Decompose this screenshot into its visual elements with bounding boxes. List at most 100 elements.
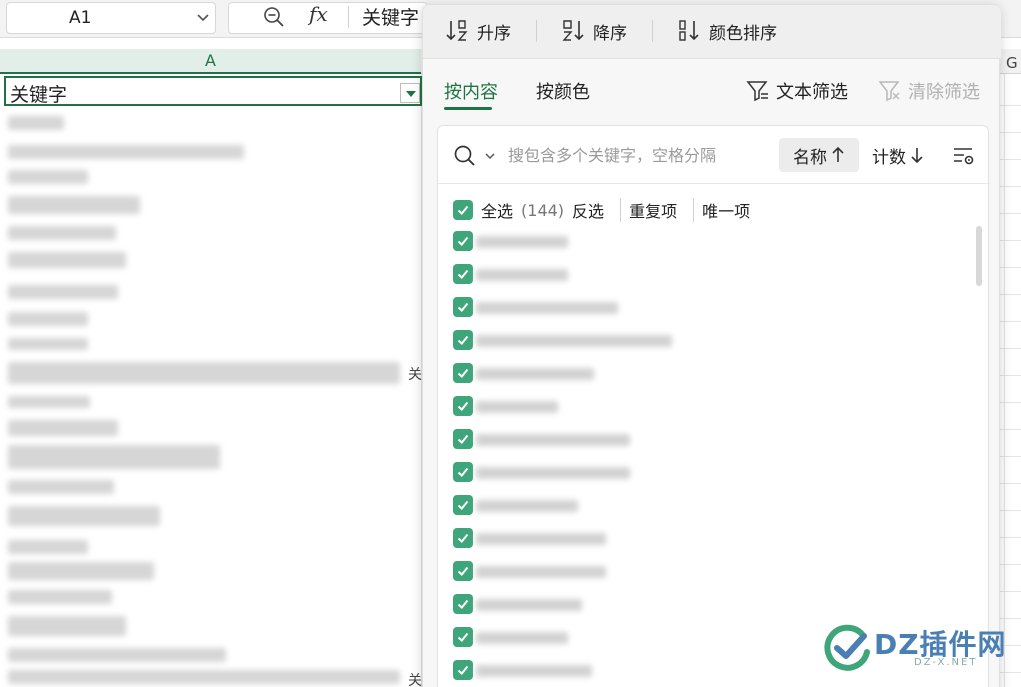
list-settings-icon[interactable] — [952, 144, 976, 168]
redacted-cell[interactable] — [8, 116, 64, 130]
redacted-value[interactable] — [476, 632, 568, 644]
search-icon — [454, 145, 475, 166]
redacted-cell[interactable] — [8, 362, 400, 384]
redacted-value[interactable] — [476, 269, 568, 281]
redacted-cell[interactable] — [8, 670, 400, 684]
chevron-down-icon[interactable] — [195, 9, 211, 25]
text-filter-label: 文本筛选 — [776, 82, 848, 103]
redacted-value[interactable] — [476, 335, 672, 347]
value-checkbox[interactable] — [453, 231, 473, 251]
value-list-box: 名称 计数 全选 (144) 反选 重复项 唯一项 — [437, 125, 990, 687]
cell-a1-value: 关键字 — [10, 84, 68, 106]
clipped-cell-text: 关 — [408, 673, 422, 687]
sort-ascending-button[interactable]: 升序 — [445, 17, 511, 45]
arrow-down-icon — [911, 148, 923, 164]
duplicates-button[interactable]: 重复项 — [620, 198, 685, 222]
tab-by-color[interactable]: 按颜色 — [536, 78, 590, 104]
value-checkbox[interactable] — [453, 561, 473, 581]
clear-filter-label: 清除筛选 — [908, 82, 980, 103]
redacted-cell[interactable] — [8, 338, 88, 350]
redacted-value[interactable] — [476, 302, 618, 314]
invert-selection-button[interactable]: 反选 — [572, 198, 612, 222]
redacted-cell[interactable] — [8, 562, 154, 580]
redacted-cell[interactable] — [8, 285, 118, 299]
column-g-label: G — [1006, 54, 1018, 72]
value-checkbox[interactable] — [453, 363, 473, 383]
redacted-value[interactable] — [476, 434, 630, 446]
redacted-cell[interactable] — [8, 145, 244, 159]
redacted-value[interactable] — [476, 467, 630, 479]
tab-by-content[interactable]: 按内容 — [444, 78, 498, 104]
value-checkbox[interactable] — [453, 528, 473, 548]
redacted-value[interactable] — [476, 368, 594, 380]
check-icon — [457, 401, 469, 411]
sort-by-name-button[interactable]: 名称 — [779, 138, 859, 172]
value-checkbox[interactable] — [453, 660, 473, 680]
redacted-value[interactable] — [476, 401, 558, 413]
zoom-out-icon[interactable] — [262, 5, 286, 29]
check-icon — [457, 205, 469, 215]
value-checkbox[interactable] — [453, 396, 473, 416]
clear-filter-icon — [878, 81, 900, 102]
sort-ascending-icon — [446, 20, 468, 41]
redacted-cell[interactable] — [8, 252, 126, 268]
value-checkbox[interactable] — [453, 627, 473, 647]
redacted-cell[interactable] — [8, 226, 116, 240]
select-all-label[interactable]: 全选 — [481, 198, 513, 222]
redacted-value[interactable] — [476, 533, 606, 545]
sort-by-count-button[interactable]: 计数 — [872, 138, 924, 172]
redacted-value[interactable] — [476, 599, 582, 611]
redacted-cell[interactable] — [8, 540, 88, 554]
filter-panel: 升序 降序 颜色排序 按内容 按颜色 文本筛选 清除筛选 名称 — [422, 4, 1001, 687]
clear-filter-button[interactable]: 清除筛选 — [878, 78, 980, 104]
name-box-value: A1 — [69, 8, 92, 28]
toolbar-separator — [536, 20, 537, 42]
check-icon — [457, 236, 469, 246]
select-all-checkbox[interactable] — [453, 200, 473, 220]
redacted-cell[interactable] — [8, 648, 226, 662]
redacted-value[interactable] — [476, 566, 606, 578]
redacted-value[interactable] — [476, 500, 578, 512]
redacted-cell[interactable] — [8, 420, 118, 436]
redacted-cell[interactable] — [8, 196, 140, 214]
sort-descending-button[interactable]: 降序 — [561, 17, 627, 45]
redacted-cell[interactable] — [8, 445, 220, 469]
redacted-cell[interactable] — [8, 616, 126, 636]
chevron-down-icon[interactable] — [484, 150, 496, 162]
text-filter-button[interactable]: 文本筛选 — [746, 78, 848, 104]
redacted-cell[interactable] — [8, 170, 88, 184]
redacted-cell[interactable] — [8, 480, 114, 494]
sort-by-color-button[interactable]: 颜色排序 — [677, 17, 777, 45]
list-scrollbar[interactable] — [976, 226, 982, 286]
value-checkbox[interactable] — [453, 330, 473, 350]
column-header-a[interactable]: A — [0, 49, 421, 74]
select-all-row: 全选 (144) 反选 重复项 唯一项 — [453, 198, 758, 222]
check-icon — [457, 632, 469, 642]
check-icon — [457, 434, 469, 444]
value-checkbox[interactable] — [453, 462, 473, 482]
value-checkbox[interactable] — [453, 297, 473, 317]
redacted-value[interactable] — [476, 665, 592, 677]
value-checkbox[interactable] — [453, 495, 473, 515]
sort-toolbar: 升序 降序 颜色排序 — [423, 5, 1001, 59]
name-box[interactable]: A1 — [6, 2, 216, 34]
check-icon — [457, 500, 469, 510]
redacted-cell[interactable] — [8, 506, 160, 526]
unique-button[interactable]: 唯一项 — [693, 198, 758, 222]
redacted-cell[interactable] — [8, 312, 88, 326]
sort-ascending-label: 升序 — [477, 23, 511, 44]
check-icon — [457, 302, 469, 312]
cell-a1[interactable]: 关键字 — [4, 76, 422, 106]
redacted-cell[interactable] — [8, 590, 112, 604]
redacted-value[interactable] — [476, 236, 568, 248]
redacted-cell[interactable] — [8, 396, 90, 408]
value-checkbox[interactable] — [453, 429, 473, 449]
value-checkbox[interactable] — [453, 264, 473, 284]
filter-dropdown-button[interactable] — [400, 83, 420, 103]
formula-separator — [348, 6, 349, 28]
formula-content[interactable]: 关键字 — [362, 3, 419, 30]
sort-by-color-icon — [679, 20, 699, 41]
search-input[interactable] — [508, 142, 770, 168]
value-checkbox[interactable] — [453, 594, 473, 614]
fx-button[interactable]: fx — [309, 2, 328, 26]
